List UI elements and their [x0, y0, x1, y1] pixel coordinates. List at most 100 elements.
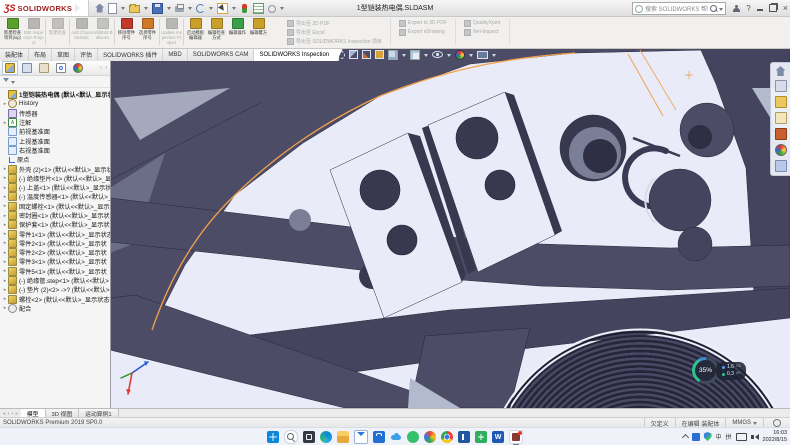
ribbon-button[interactable]: Update Inspection Project [161, 17, 182, 47]
tree-item[interactable]: ▸注解 [0, 118, 110, 127]
open-file-icon[interactable] [129, 5, 140, 13]
ribbon-button[interactable]: 编辑检查方式 [206, 17, 227, 47]
ribbon-button[interactable]: 选择零件序号 [137, 17, 158, 47]
view-orientation-icon[interactable] [388, 50, 398, 60]
taskbar-sw-icon[interactable] [509, 430, 523, 444]
tree-item[interactable]: ▸零件3<1> (默认<<默认>_显示状 [0, 257, 110, 266]
tree-item[interactable]: ▸密封圈<1> (默认<<默认>_显示状 [0, 211, 110, 220]
chevron-down-icon[interactable] [121, 7, 125, 12]
tree-item[interactable]: 前视基准面 [0, 127, 110, 136]
chevron-down-icon[interactable] [209, 7, 213, 12]
taskbar-store-icon[interactable] [373, 431, 385, 443]
section-view-icon[interactable] [349, 50, 358, 59]
ribbon-button[interactable]: 移除零件序号 [116, 17, 137, 47]
ribbon-button[interactable]: 启动模板编辑器 [185, 17, 206, 47]
ribbon-button[interactable]: Add Characteristic [71, 17, 92, 47]
chevron-down-icon[interactable] [424, 54, 428, 59]
tree-item[interactable]: ▸(-) 绝缘管.step<1> (默认<<默认> [0, 276, 110, 285]
minimize-button[interactable] [757, 9, 763, 11]
home-icon[interactable] [776, 66, 786, 76]
volume-icon[interactable] [751, 434, 759, 440]
scroll-arrow[interactable]: « [3, 411, 6, 417]
tab-MBD[interactable]: MBD [163, 48, 187, 61]
chevron-down-icon[interactable] [492, 54, 496, 59]
chevron-down-icon[interactable] [232, 7, 236, 12]
tree-item[interactable]: ▸零件2<1> (默认<<默认>_显示状 [0, 239, 110, 248]
hide-show-items-icon[interactable] [432, 51, 443, 58]
taskbar-green-icon[interactable] [407, 431, 419, 443]
export-menu-item[interactable]: Net-Inspect [464, 28, 501, 36]
tab-SOLIDWORKS CAM[interactable]: SOLIDWORKS CAM [188, 48, 255, 61]
tree-item[interactable]: ▸螺栓<2> (默认<<默认>_显示状态 [0, 295, 110, 304]
design-library-icon[interactable] [775, 96, 787, 108]
tree-item[interactable]: 上视基准面 [0, 136, 110, 145]
help-button[interactable]: ? [746, 4, 750, 13]
tree-item[interactable]: ▸外壳 (2)<1> (默认<<默认>_显示状 [0, 164, 110, 173]
print-icon[interactable] [175, 6, 184, 12]
tree-item[interactable]: 1型铠装热电偶 (默认<默认_显示状态-1> [0, 90, 110, 99]
taskbar-word-icon[interactable]: W [492, 431, 504, 443]
tray-chevron-icon[interactable] [681, 434, 688, 441]
settings-gear-icon[interactable] [268, 5, 276, 13]
login-user-icon[interactable] [733, 5, 740, 12]
tree-item[interactable]: ▸零件2<2> (默认<<默认>_显示状 [0, 248, 110, 257]
scroll-arrow[interactable]: ‹ [8, 411, 10, 417]
tab-草图[interactable]: 草图 [52, 48, 75, 61]
search-icon[interactable] [710, 5, 717, 12]
performance-badge[interactable]: 35% 1.6 GB 0.3 KB [692, 357, 746, 384]
export-menu-item[interactable]: 导出至 SOLIDWORKS Inspection 项目 [287, 37, 382, 45]
solidworks-resources-icon[interactable] [775, 80, 787, 92]
tree-item[interactable]: 右视基准面 [0, 146, 110, 155]
undo-icon[interactable] [196, 4, 205, 13]
search-input[interactable]: 搜索 SOLIDWORKS 帮助 [632, 2, 726, 15]
chevron-down-icon[interactable] [188, 7, 192, 12]
tree-item[interactable]: ▸保护套<1> (默认<<默认>_显示状 [0, 220, 110, 229]
taskbar-edge-icon[interactable] [320, 431, 332, 443]
graphics-area[interactable]: 35% 1.6 GB 0.3 KB [110, 48, 790, 408]
panel-tab-configurationmanager[interactable] [36, 61, 52, 75]
chevron-down-icon[interactable] [280, 7, 284, 12]
tree-filter[interactable] [0, 76, 110, 88]
tree-item[interactable]: ▸固定螺栓<1> (默认<<默认>_显示 [0, 202, 110, 211]
panel-overflow-arrows[interactable]: ‹ › [100, 65, 108, 71]
rebuild-icon[interactable] [242, 4, 247, 13]
ribbon-button[interactable]: Edit Inspection Project [23, 17, 44, 47]
tree-item[interactable]: ▸(-) 绝缘垫片<1> (默认<<默认>_显 [0, 174, 110, 183]
export-menu-item[interactable]: Export eDrawing [399, 28, 447, 36]
ribbon-button[interactable]: 编辑操作 [227, 17, 248, 47]
chevron-down-icon[interactable] [447, 54, 451, 59]
options-grid-icon[interactable] [253, 3, 264, 14]
taskbar-search-icon[interactable] [284, 430, 298, 444]
file-explorer-icon[interactable] [775, 112, 787, 124]
taskbar-grid-icon[interactable] [475, 431, 487, 443]
tree-item[interactable]: ▸零件1<1> (默认<<默认>_显示状态 [0, 229, 110, 238]
taskbar-reader-icon[interactable] [458, 431, 470, 443]
tree-item[interactable]: ▸(-) 上盖<1> (默认<<默认>_显示状 [0, 183, 110, 192]
scroll-arrow[interactable]: › [11, 411, 13, 417]
tab-评估[interactable]: 评估 [75, 48, 98, 61]
clock[interactable]: 16:03 2022/8/15 [763, 430, 787, 443]
apply-scene-icon[interactable] [477, 51, 488, 59]
tree-item[interactable]: ▸(-) 温度传感器<1> (默认<<默认>_ [0, 192, 110, 201]
tray-app-icon[interactable] [692, 433, 700, 441]
tree-item[interactable]: 原点 [0, 155, 110, 164]
taskbar-mail-icon[interactable] [354, 430, 368, 444]
chevron-down-icon[interactable] [469, 54, 473, 59]
display-style-icon[interactable] [410, 50, 420, 60]
taskbar-start-icon[interactable] [267, 431, 279, 443]
taskbar-taskview-icon[interactable] [303, 431, 315, 443]
chevron-down-icon[interactable] [144, 7, 148, 12]
scroll-arrow[interactable]: » [15, 411, 18, 417]
appearances-icon[interactable] [775, 144, 787, 156]
select-icon[interactable] [217, 3, 228, 14]
ribbon-button[interactable]: 新建检查项目(ixp) [2, 17, 23, 47]
home-icon[interactable] [95, 4, 104, 13]
ribbon-button[interactable]: Add/Edit Balloons [92, 17, 113, 47]
close-button[interactable]: × [783, 3, 788, 13]
taskbar-cloud-icon[interactable] [390, 431, 402, 443]
defender-shield-icon[interactable] [704, 432, 712, 441]
chevron-down-icon[interactable] [167, 7, 171, 12]
ribbon-button[interactable]: 编辑覆方 [248, 17, 269, 47]
ime-mode[interactable]: 拼 [726, 432, 732, 441]
tree-item[interactable]: ▸零件5<1> (默认<<默认>_显示状 [0, 267, 110, 276]
